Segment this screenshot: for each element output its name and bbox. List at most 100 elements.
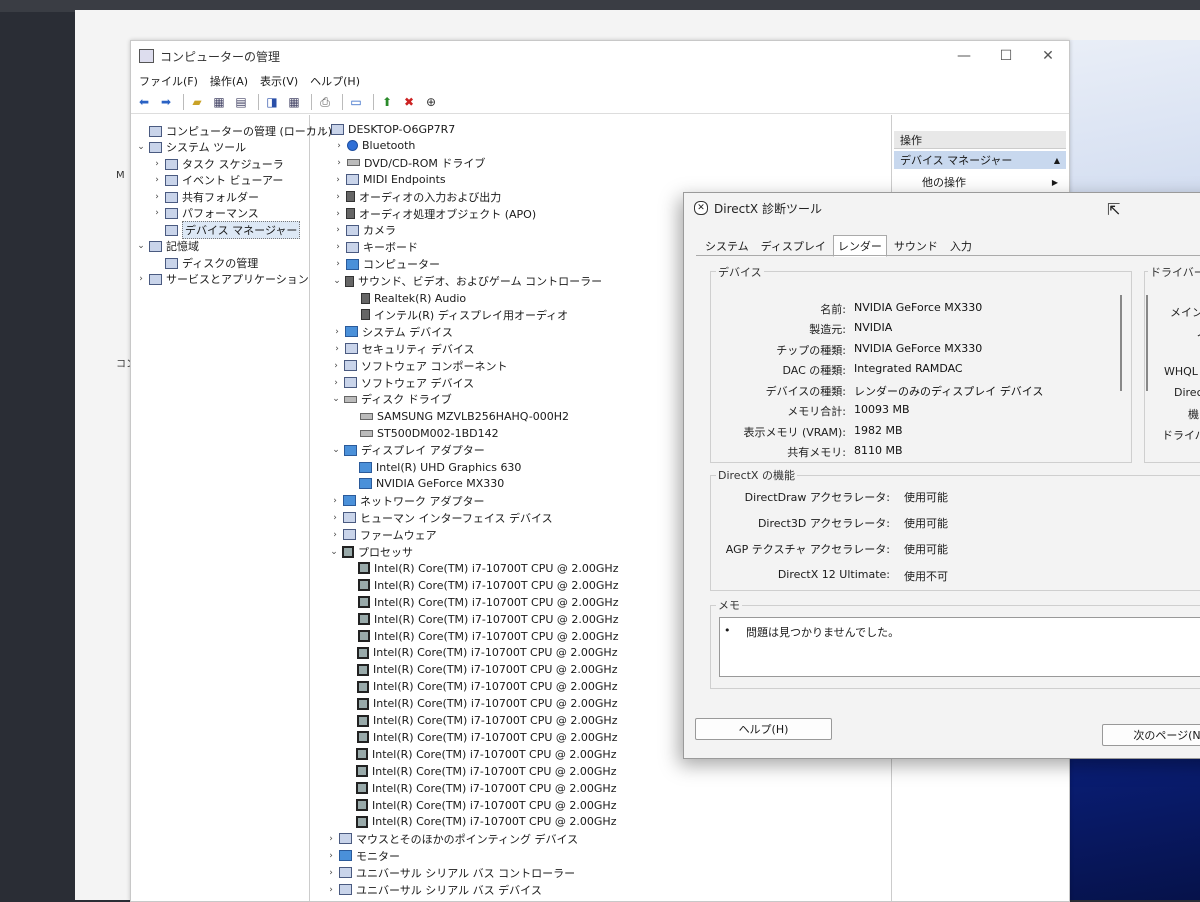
driver-scrollbar[interactable] [1146, 295, 1148, 391]
expand-chevron-icon[interactable]: › [332, 175, 344, 185]
expand-chevron-icon[interactable]: › [332, 242, 344, 252]
device-tree-node[interactable]: › カメラ [332, 222, 396, 238]
expand-chevron-icon[interactable]: › [331, 344, 343, 354]
device-tree-node[interactable]: › マウスとそのほかのポインティング デバイス [325, 831, 578, 847]
tree-node[interactable]: › パフォーマンス [151, 205, 259, 221]
device-tree-node[interactable]: Intel(R) Core(TM) i7-10700T CPU @ 2.00GH… [343, 696, 617, 712]
tree-node-selected[interactable]: デバイス マネージャー [151, 221, 301, 239]
up-folder-icon[interactable]: ▰ [188, 94, 206, 110]
show-tree-icon[interactable]: ▦ [210, 94, 228, 110]
print-icon[interactable]: ⎙ [316, 94, 334, 110]
device-tree-node[interactable]: Intel(R) Core(TM) i7-10700T CPU @ 2.00GH… [343, 729, 617, 745]
forward-arrow-icon[interactable]: ➡ [157, 94, 175, 110]
device-tree-node[interactable]: › セキュリティ デバイス [331, 341, 474, 357]
tree-node[interactable]: コンピューターの管理 (ローカル) [135, 123, 332, 139]
uninstall-icon[interactable]: ✖ [400, 94, 418, 110]
tree-node[interactable]: › 共有フォルダー [151, 189, 259, 205]
expand-chevron-icon[interactable]: ⌄ [328, 547, 340, 557]
device-tree-node[interactable]: › キーボード [332, 239, 418, 255]
device-tree-node[interactable]: Intel(R) UHD Graphics 630 [345, 459, 521, 475]
tab-system[interactable]: システム [700, 235, 754, 257]
device-tree-node[interactable]: Intel(R) Core(TM) i7-10700T CPU @ 2.00GH… [344, 628, 618, 644]
expand-chevron-icon[interactable]: › [325, 834, 337, 844]
device-tree-node[interactable]: › ソフトウェア デバイス [330, 375, 474, 391]
expand-chevron-icon[interactable]: › [331, 327, 343, 337]
tab-input[interactable]: 入力 [945, 235, 977, 257]
expand-chevron-icon[interactable]: › [332, 192, 344, 202]
tab-display[interactable]: ディスプレイ [756, 235, 831, 257]
close-button[interactable]: ✕ [1027, 48, 1069, 64]
tree-node[interactable]: ディスクの管理 [151, 255, 258, 271]
device-tree-node[interactable]: Intel(R) Core(TM) i7-10700T CPU @ 2.00GH… [344, 577, 618, 593]
device-tree-node[interactable]: ⌄ サウンド、ビデオ、およびゲーム コントローラー [331, 273, 602, 289]
maximize-button[interactable]: ☐ [985, 48, 1027, 64]
expand-chevron-icon[interactable]: › [333, 158, 345, 168]
tree-node[interactable]: › タスク スケジューラ [151, 156, 284, 172]
device-tree-node[interactable]: › モニター [325, 848, 400, 864]
device-tree-node[interactable]: › Bluetooth [333, 138, 415, 154]
tab-sound[interactable]: サウンド [889, 235, 943, 257]
device-tree-node[interactable]: Intel(R) Core(TM) i7-10700T CPU @ 2.00GH… [344, 560, 618, 576]
expand-chevron-icon[interactable]: ⌄ [330, 394, 342, 404]
device-tree-node[interactable]: Intel(R) Core(TM) i7-10700T CPU @ 2.00GH… [344, 611, 618, 627]
device-tree-node[interactable]: › ヒューマン インターフェイス デバイス [329, 510, 552, 526]
device-tree-node[interactable]: Realtek(R) Audio [347, 290, 466, 306]
device-tree-node[interactable]: Intel(R) Core(TM) i7-10700T CPU @ 2.00GH… [342, 780, 616, 796]
notes-box[interactable]: • 問題は見つかりませんでした。 [719, 617, 1200, 677]
device-tree-node[interactable]: › MIDI Endpoints [332, 172, 445, 188]
device-tree-node[interactable]: ⌄ DESKTOP-O6GP7R7 [317, 121, 455, 137]
device-tree-node[interactable]: Intel(R) Core(TM) i7-10700T CPU @ 2.00GH… [342, 746, 616, 762]
device-tree-node[interactable]: › ソフトウェア コンポーネント [330, 358, 507, 374]
device-tree-node[interactable]: › ファームウェア [329, 527, 436, 543]
menu-file[interactable]: ファイル(F) [139, 73, 198, 89]
download-icon[interactable]: ⊕ [422, 94, 440, 110]
help-icon[interactable]: ◨ [263, 94, 281, 110]
actions-more[interactable]: 他の操作 ▶ [894, 173, 1066, 191]
menu-view[interactable]: 表示(V) [260, 73, 298, 89]
device-tree-node[interactable]: インテル(R) ディスプレイ用オーディオ [347, 307, 568, 323]
expand-chevron-icon[interactable]: ⌄ [330, 445, 342, 455]
device-tree-node[interactable]: › ネットワーク アダプター [329, 493, 484, 509]
device-tree-node[interactable]: SAMSUNG MZVLB256HAHQ-000H2 [346, 408, 569, 424]
device-tree-node[interactable]: ⌄ ディスク ドライブ [330, 391, 452, 407]
scan-hardware-icon[interactable]: ▭ [347, 94, 365, 110]
view-icon[interactable]: ▦ [285, 94, 303, 110]
device-tree-node[interactable]: › ユニバーサル シリアル バス デバイス [325, 882, 542, 898]
minimize-button[interactable]: — [943, 48, 985, 64]
help-button[interactable]: ヘルプ(H) [695, 718, 832, 740]
device-tree-node[interactable]: Intel(R) Core(TM) i7-10700T CPU @ 2.00GH… [342, 797, 616, 813]
tree-node[interactable]: ⌄ システム ツール [135, 139, 246, 155]
device-tree-node[interactable]: › DVD/CD-ROM ドライブ [333, 155, 485, 171]
expand-chevron-icon[interactable]: › [330, 378, 342, 388]
expand-chevron-icon[interactable]: › [329, 513, 341, 523]
device-tree-node[interactable]: Intel(R) Core(TM) i7-10700T CPU @ 2.00GH… [343, 662, 617, 678]
device-tree-node[interactable]: ST500DM002-1BD142 [346, 425, 499, 441]
device-scrollbar[interactable] [1120, 295, 1122, 391]
expand-chevron-icon[interactable]: › [332, 259, 344, 269]
device-tree-node[interactable]: › オーディオ処理オブジェクト (APO) [332, 206, 536, 222]
device-tree-node[interactable]: Intel(R) Core(TM) i7-10700T CPU @ 2.00GH… [343, 645, 617, 661]
expand-chevron-icon[interactable]: › [325, 868, 337, 878]
add-driver-icon[interactable]: ⬆ [378, 94, 396, 110]
next-page-button[interactable]: 次のページ(N [1102, 724, 1200, 746]
device-tree-node[interactable]: Intel(R) Core(TM) i7-10700T CPU @ 2.00GH… [342, 763, 616, 779]
actions-device-manager[interactable]: デバイス マネージャー ▲ [894, 151, 1066, 169]
expand-chevron-icon[interactable]: › [325, 851, 337, 861]
expand-chevron-icon[interactable]: › [325, 885, 337, 895]
expand-chevron-icon[interactable]: › [333, 141, 345, 151]
device-tree-node[interactable]: › コンピューター [332, 256, 440, 272]
back-arrow-icon[interactable]: ⬅ [135, 94, 153, 110]
expand-chevron-icon[interactable]: ⌄ [331, 276, 343, 286]
expand-chevron-icon[interactable]: › [329, 530, 341, 540]
device-tree-node[interactable]: Intel(R) Core(TM) i7-10700T CPU @ 2.00GH… [343, 713, 617, 729]
device-tree-node[interactable]: Intel(R) Core(TM) i7-10700T CPU @ 2.00GH… [344, 594, 618, 610]
device-tree-node[interactable]: › ユニバーサル シリアル バス コントローラー [325, 865, 575, 881]
device-tree-node[interactable]: Intel(R) Core(TM) i7-10700T CPU @ 2.00GH… [343, 679, 617, 695]
expand-chevron-icon[interactable]: › [332, 209, 344, 219]
device-tree-node[interactable]: NVIDIA GeForce MX330 [345, 476, 504, 492]
expand-chevron-icon[interactable]: › [330, 361, 342, 371]
properties-icon[interactable]: ▤ [232, 94, 250, 110]
tab-render[interactable]: レンダー [832, 235, 887, 257]
device-tree-node[interactable]: ⌄ プロセッサ [328, 544, 413, 560]
menu-help[interactable]: ヘルプ(H) [310, 73, 360, 89]
